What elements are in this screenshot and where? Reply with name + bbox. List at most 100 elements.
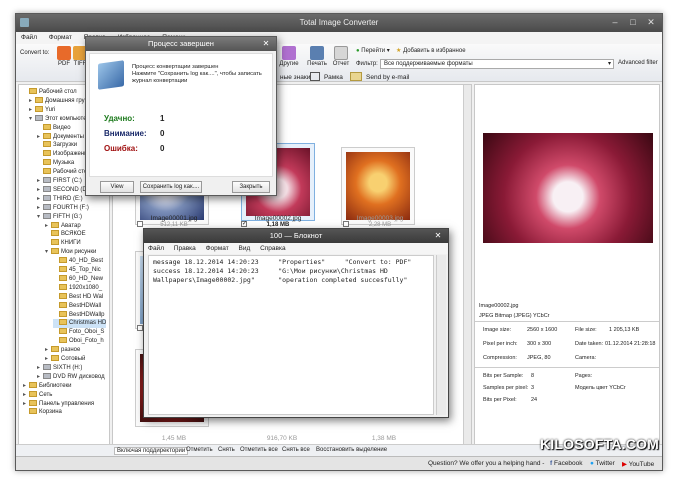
tree-item[interactable]: ▸ DVD RW дисковод	[37, 372, 105, 382]
tree-item[interactable]: Изображения	[37, 150, 91, 159]
notepad-close-icon[interactable]: ✕	[432, 231, 444, 241]
bottom-size-3: 1,38 MB	[371, 435, 397, 442]
folder-icon	[59, 274, 67, 281]
notepad-menu-edit[interactable]: Правка	[170, 243, 200, 254]
tree-item-label: Панель управления	[39, 400, 95, 407]
help-question[interactable]: Question? We offer you a helping hand -	[428, 460, 544, 467]
filter-select[interactable]: Все поддерживаемые форматы ▾	[380, 59, 614, 69]
star-icon: ★	[396, 48, 402, 54]
advanced-filter-button[interactable]: Advanced filter	[618, 60, 658, 66]
tree-item[interactable]: 60_HD_New	[53, 274, 103, 284]
tree-item[interactable]: Корзина	[23, 408, 62, 417]
youtube-link[interactable]: ▶ YouTube	[622, 460, 654, 468]
uncheck-all-button[interactable]: Снять все	[282, 447, 310, 453]
menu-format[interactable]: Формат	[44, 32, 77, 43]
tree-item[interactable]: ▾ FIFTH (G:)	[37, 212, 82, 222]
include-subfolders-button[interactable]: Включая поддиректории	[114, 447, 189, 455]
tree-item[interactable]: ▸ Сеть	[23, 390, 52, 400]
tree-item[interactable]: ▸ FOURTH (F:)	[37, 203, 89, 213]
watermark-button[interactable]: ные знаки	[280, 74, 310, 81]
other-formats-button[interactable]: Другие	[278, 46, 300, 67]
close-button[interactable]: Закрыть	[232, 181, 270, 193]
folder-icon	[59, 283, 67, 290]
restore-selection-button[interactable]: Восстановить выделение	[316, 447, 387, 453]
send-email-button[interactable]: Send by e-mail	[366, 74, 409, 81]
filter-label: Фильтр:	[356, 61, 378, 67]
tree-item[interactable]: КНИГИ	[45, 239, 81, 248]
file-size-value: 1 205,13 KB	[609, 327, 640, 333]
tree-item[interactable]: Best HD Wal	[53, 292, 103, 302]
notepad-menu-file[interactable]: Файл	[144, 243, 168, 254]
notepad-scrollbar[interactable]	[436, 255, 446, 415]
menu-file[interactable]: Файл	[16, 32, 42, 43]
tree-item[interactable]: ▸ разное	[45, 346, 80, 355]
dialog-title: Процесс завершен	[86, 37, 276, 51]
thumbnail-3[interactable]	[341, 147, 415, 225]
folder-icon	[29, 399, 37, 406]
tree-item[interactable]: ▸ Библиотеки	[23, 381, 72, 391]
close-icon[interactable]: ✕	[644, 16, 658, 28]
tree-item[interactable]: BestHDWall	[53, 301, 101, 311]
tree-item[interactable]: 40_HD_Best	[53, 257, 103, 266]
tree-item[interactable]: 1920x1080_	[53, 283, 102, 293]
goto-button[interactable]: ● Перейти ▾	[356, 47, 390, 54]
thumbnail-scrollbar[interactable]	[463, 85, 471, 455]
notepad-menu-view[interactable]: Вид	[234, 243, 254, 254]
tree-item-label: FOURTH (F:)	[53, 204, 89, 211]
youtube-icon: ▶	[622, 461, 627, 468]
convert-to-label: Convert to:	[20, 50, 50, 56]
tree-item[interactable]: Загрузки	[37, 141, 77, 150]
tree-item[interactable]: ▸ Yuri	[29, 105, 55, 115]
tree-item[interactable]: Видео	[37, 123, 71, 133]
report-button[interactable]: Отчет	[332, 46, 350, 67]
error-label: Ошибка:	[104, 144, 138, 153]
folder-icon	[29, 381, 37, 388]
folder-icon	[51, 346, 59, 353]
print-button[interactable]: Печать	[306, 46, 328, 67]
tree-item[interactable]: ▸ SECOND (D:)	[37, 185, 90, 195]
folder-icon	[29, 88, 37, 94]
file-size-label: File size:	[575, 327, 597, 333]
tree-item[interactable]: ВСЯКОЕ	[45, 230, 86, 239]
notepad-menu-help[interactable]: Справка	[256, 243, 290, 254]
save-log-button[interactable]: Сохранить log как....	[140, 181, 202, 193]
view-button[interactable]: View	[100, 181, 134, 193]
notepad-menu: Файл Правка Формат Вид Справка	[144, 243, 448, 254]
date-label: Date taken:	[575, 341, 604, 347]
dialog-close-icon[interactable]: ✕	[260, 39, 272, 49]
notepad-text-area[interactable]: message 18.12.2014 14:20:23 "Properties"…	[148, 255, 434, 415]
tree-item[interactable]: ▸ THIRD (E:)	[37, 194, 83, 204]
maximize-icon[interactable]: □	[626, 16, 640, 28]
ppi-value: 300 x 300	[527, 341, 552, 347]
tree-item[interactable]: Oboi_Foto_h	[53, 337, 104, 346]
frame-button[interactable]: Рамка	[324, 74, 343, 81]
uncheck-button[interactable]: Снять	[218, 447, 235, 453]
tree-item[interactable]: Музыка	[37, 159, 74, 168]
compression-label: Compression:	[483, 355, 517, 361]
tree-item[interactable]: ▾ Мои рисунки	[45, 248, 96, 257]
tree-item[interactable]: ▸ FIRST (C:)	[37, 177, 82, 186]
tree-item[interactable]: BestHDWallp	[53, 310, 104, 320]
tree-item[interactable]: ▸ Панель управления	[23, 399, 95, 409]
tree-item[interactable]: ▸ Сотовый	[45, 355, 85, 364]
tree-item[interactable]: ▸ SIXTH (H:)	[37, 363, 82, 373]
tree-item[interactable]: Foto_Oboi_S	[53, 328, 104, 337]
facebook-link[interactable]: f Facebook	[550, 460, 583, 467]
bottom-size-1: 1,45 MB	[161, 435, 187, 442]
check-all-button[interactable]: Отметить все	[240, 447, 278, 453]
tree-item[interactable]: ▾ Этот компьютер	[29, 114, 90, 124]
pdf-button[interactable]: PDF	[56, 46, 72, 67]
twitter-link[interactable]: ● Twitter	[590, 460, 615, 467]
tree-item[interactable]: 45_Top_Nic	[53, 266, 101, 275]
check-button[interactable]: Отметить	[186, 447, 213, 453]
minimize-icon[interactable]: –	[608, 16, 622, 28]
tree-item[interactable]: Рабочий стол	[37, 168, 91, 177]
tree-item-label: Аватар	[61, 222, 81, 229]
tree-item[interactable]: Рабочий стол	[23, 88, 77, 97]
tree-item[interactable]: ▸ Документы	[37, 132, 84, 142]
tree-item-label: Документы	[53, 133, 84, 140]
tree-item[interactable]: ▸ Аватар	[45, 221, 81, 231]
tree-item[interactable]: Christmas HD	[53, 319, 107, 329]
add-favorites-button[interactable]: ★ Добавить в избранное	[396, 47, 466, 54]
notepad-menu-format[interactable]: Формат	[202, 243, 233, 254]
